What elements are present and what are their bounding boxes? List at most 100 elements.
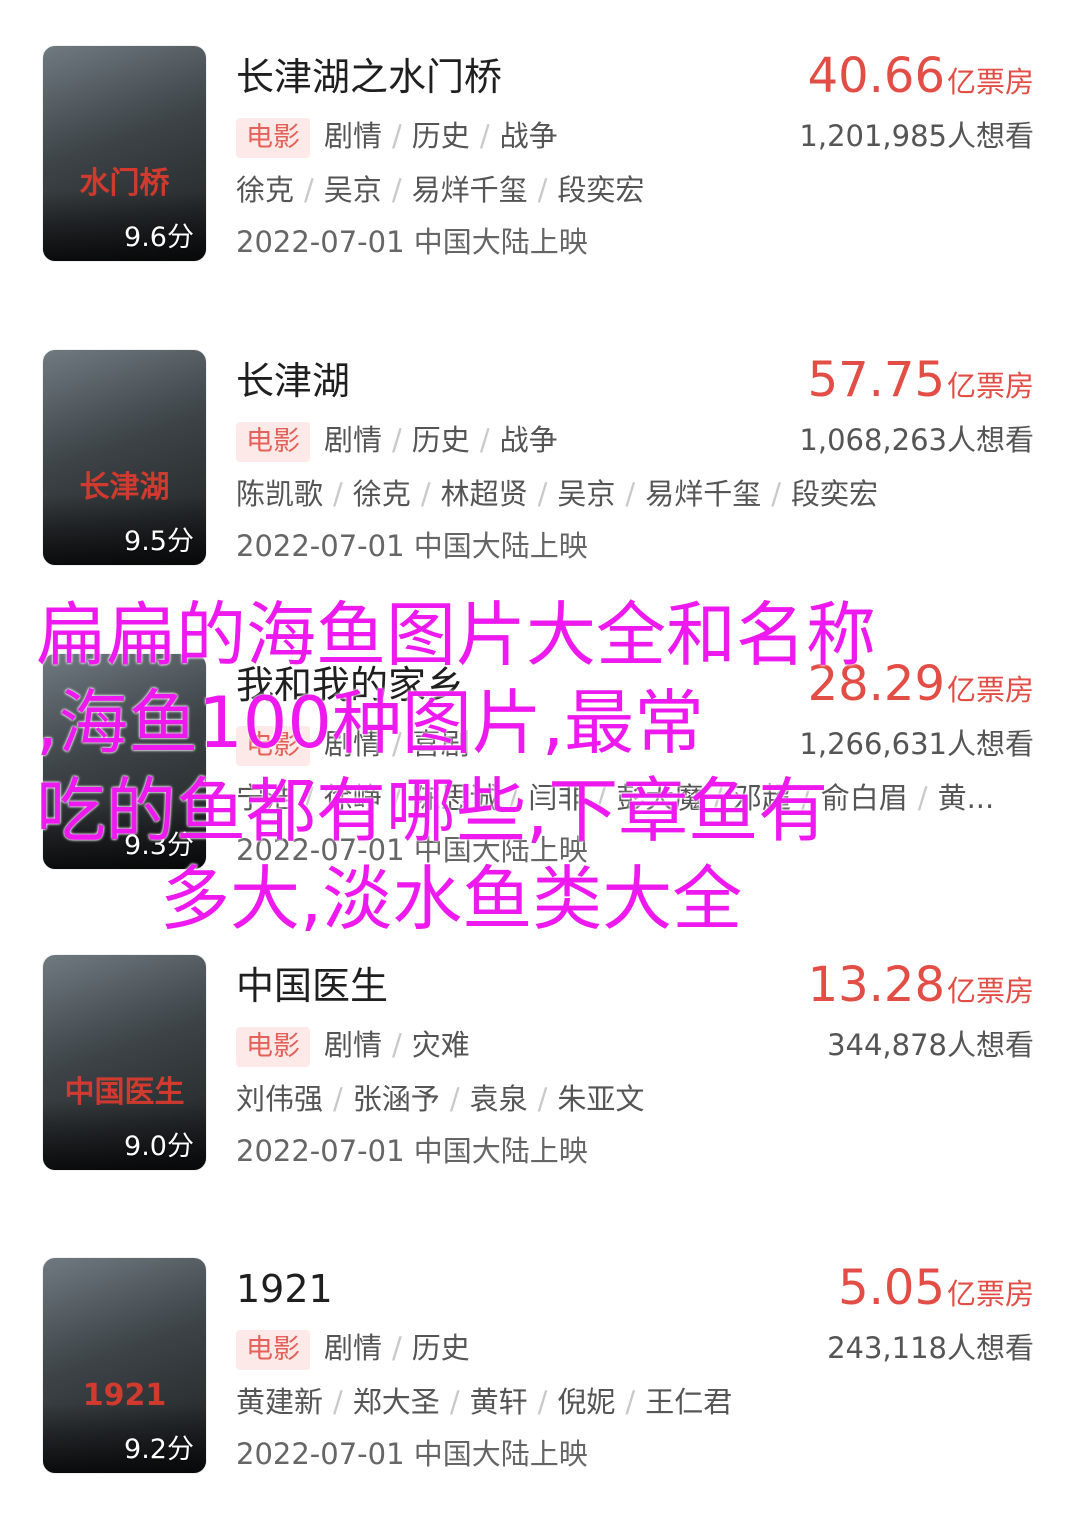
separator: / [596,781,607,815]
want-to-see-count: 1,201,985人想看 [799,119,1034,153]
genre-row: 电影 剧情 / 灾难 [236,1025,470,1067]
separator: / [801,781,811,815]
cast-name: 段奕宏 [790,477,878,511]
cast-name: 吴京 [323,173,382,207]
box-office: 28.29亿票房 [808,656,1034,712]
release-date: 2022-07-01 中国大陆上映 [236,1437,588,1471]
cast-name: 徐克 [236,173,295,207]
release-date: 2022-07-01 中国大陆上映 [236,833,588,867]
separator: / [479,423,490,457]
genre-label: 剧情 [324,119,383,153]
separator: / [392,1028,402,1062]
release-date: 2022-07-01 中国大陆上映 [236,529,588,563]
separator: / [391,173,402,207]
separator: / [392,119,402,153]
movie-score: 9.0分 [124,1131,194,1162]
separator: / [537,1385,548,1419]
cast-name: 俞白眉 [820,781,908,815]
movie-card[interactable]: 1921 9.2分 1921 5.05亿票房 电影 剧情 / 历史 243,118人想看 黄建新 /… [0,1258,1080,1478]
movie-title[interactable]: 长津湖之水门桥 [236,52,502,102]
genre-label: 战争 [499,119,558,153]
separator: / [537,173,548,207]
cast-row: 宁浩 / 徐峥 / 陈思诚 / 闫非 / 彭大魔 / 邓超 / 俞白眉 / 黄... [236,778,994,818]
movie-poster[interactable]: 1921 9.2分 [43,1258,206,1473]
movie-title[interactable]: 我和我的家乡 [236,660,464,710]
genre-row: 电影 剧情 / 历史 [236,1328,470,1370]
box-office: 5.05亿票房 [838,1260,1034,1316]
cast-name: 倪妮 [557,1385,616,1419]
genre-label: 历史 [411,1331,470,1365]
box-office-value: 13.28 [807,957,945,1013]
want-to-see-count: 243,118人想看 [827,1331,1034,1365]
cast-row: 陈凯歌 / 徐克 / 林超贤 / 吴京 / 易烊千玺 / 段奕宏 [236,474,878,514]
cast-name: 陈凯歌 [236,477,324,511]
genre-label: 灾难 [411,1028,470,1062]
movie-card[interactable]: 长津湖 9.5分 长津湖 57.75亿票房 电影 剧情 / 历史 / 战争 1,068,263人想看… [0,350,1080,570]
separator: / [304,781,314,815]
cast-name: 林超贤 [440,477,528,511]
box-office: 40.66亿票房 [808,48,1034,104]
movie-poster[interactable]: 长津湖 9.5分 [43,350,206,565]
cast-name: 袁泉 [469,1082,528,1116]
separator: / [392,727,402,761]
cast-name: 段奕宏 [557,173,645,207]
box-office-unit: 亿票房 [946,1277,1034,1311]
want-to-see-count: 1,266,631人想看 [799,727,1034,761]
cast-row: 刘伟强 / 张涵予 / 袁泉 / 朱亚文 [236,1079,644,1119]
cast-name: 宁浩 [236,781,295,815]
cast-name: 易烊千玺 [411,173,528,207]
genre-row: 电影 剧情 / 喜剧 [236,724,470,766]
want-to-see-count: 344,878人想看 [827,1028,1034,1062]
separator: / [479,119,490,153]
movie-title[interactable]: 中国医生 [236,961,388,1011]
cast-row: 徐克 / 吴京 / 易烊千玺 / 段奕宏 [236,170,644,210]
movie-poster[interactable]: 9.3分 [43,654,206,869]
genre-label: 剧情 [324,1331,383,1365]
box-office-unit: 亿票房 [946,65,1034,99]
release-date: 2022-07-01 中国大陆上映 [236,1134,588,1168]
movie-score: 9.3分 [124,830,194,861]
movie-title[interactable]: 长津湖 [236,356,350,406]
separator: / [537,477,548,511]
cast-row: 黄建新 / 郑大圣 / 黄轩 / 倪妮 / 王仁君 [236,1382,732,1422]
box-office-value: 40.66 [807,48,945,104]
box-office-unit: 亿票房 [946,974,1034,1008]
genre-label: 战争 [499,423,558,457]
genre-row: 电影 剧情 / 历史 / 战争 [236,420,558,462]
cast-name: 徐峥 [323,781,382,815]
cast-name: 黄轩 [469,1385,528,1419]
separator: / [392,423,402,457]
box-office-unit: 亿票房 [946,369,1034,403]
box-office: 13.28亿票房 [808,957,1034,1013]
movie-type-tag: 电影 [236,726,310,766]
want-to-see-count: 1,068,263人想看 [799,423,1034,457]
separator: / [508,781,519,815]
separator: / [625,1385,636,1419]
movie-poster[interactable]: 中国医生 9.0分 [43,955,206,1170]
movie-type-tag: 电影 [236,422,310,462]
movie-score: 9.6分 [124,222,194,253]
movie-type-tag: 电影 [236,118,310,158]
cast-name: 陈思诚 [411,781,499,815]
movie-type-tag: 电影 [236,1027,310,1067]
movie-card[interactable]: 9.3分 我和我的家乡 28.29亿票房电影 剧情 / 喜剧 1,266,631人想看宁浩 /… [0,654,1080,874]
cast-name: 黄... [937,781,995,815]
cast-name: 郑大圣 [352,1385,440,1419]
cast-name: 徐克 [352,477,411,511]
movie-card[interactable]: 水门桥 9.6分 长津湖之水门桥 40.66亿票房 电影 剧情 / 历史 / 战争 1,201,98… [0,46,1080,266]
movie-title[interactable]: 1921 [236,1264,333,1314]
movie-poster[interactable]: 水门桥 9.6分 [43,46,206,261]
box-office-value: 28.29 [807,656,945,712]
cast-name: 黄建新 [236,1385,324,1419]
separator: / [392,1331,402,1365]
cast-name: 吴京 [557,477,616,511]
genre-label: 剧情 [324,423,383,457]
cast-name: 闫非 [528,781,587,815]
cast-name: 朱亚文 [557,1082,645,1116]
cast-name: 刘伟强 [236,1082,324,1116]
separator: / [449,1385,460,1419]
genre-label: 历史 [411,119,470,153]
separator: / [917,781,928,815]
movie-card[interactable]: 中国医生 9.0分 中国医生 13.28亿票房 电影 剧情 / 灾难 344,878人想看 刘伟强… [0,955,1080,1175]
release-date: 2022-07-01 中国大陆上映 [236,225,588,259]
